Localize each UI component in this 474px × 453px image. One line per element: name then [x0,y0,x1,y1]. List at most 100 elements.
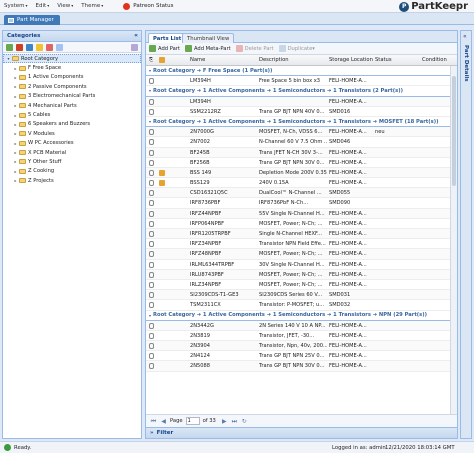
table-row[interactable]: IRF8736PBF IRF8736PbF N-Ch... SMD090 [146,198,451,209]
table-row[interactable]: BSS 149 Depletion Mode 200V 0.35A FELI-HOM… [146,167,451,179]
refresh-icon[interactable] [26,43,33,51]
category-item[interactable]: ▸ V Modules [3,129,141,138]
attachment-icon[interactable] [149,261,154,268]
column-condition[interactable]: Condition [422,57,447,63]
add-meta-part-button[interactable]: Add Meta-Part [184,45,231,52]
menu-view[interactable]: View▾ [57,3,73,9]
menu-edit[interactable]: Edit▾ [36,3,50,9]
group-header[interactable]: ▾ Root Category ➜ 1 Active Components ➜ 1… [146,310,451,321]
expand-arrow-icon[interactable]: ▸ [13,113,18,118]
category-item[interactable]: ▸ F Free Space [3,63,141,72]
expand-arrow-icon[interactable]: ▸ [13,131,18,136]
column-storage-location[interactable]: Storage Location [329,57,373,63]
category-item[interactable]: ▸ Z Projects [3,176,141,185]
expand-arrow-icon[interactable]: ▸ [13,122,18,127]
expand-arrow-icon[interactable]: ▸ [13,103,18,108]
category-item[interactable]: ▸ 4 Mechanical Parts [3,101,141,110]
expand-details-icon[interactable]: « [463,33,467,40]
attachment-icon[interactable] [149,200,154,207]
table-row[interactable]: 2N4124 Trans GP BJT NPN 25V 0... FELI-HOME… [146,351,451,362]
expand-arrow-icon[interactable]: ▸ [13,66,18,71]
attachment-icon[interactable] [149,241,154,248]
delete-part-button[interactable]: Delete Part [235,45,274,52]
column-name[interactable]: Name [190,57,205,63]
page-number-input[interactable]: 1 [185,417,200,425]
attachment-icon[interactable] [149,139,154,146]
attachment-icon[interactable] [149,302,154,309]
tab-part-manager[interactable]: Part Manager [4,15,60,25]
table-row[interactable]: LM394H FELI-HOME-A... [146,96,451,107]
collapse-group-icon[interactable]: ▾ [149,68,151,73]
tab-thumbnail-view[interactable]: Thumbnail View [182,33,235,43]
collapse-all-icon[interactable] [16,43,23,51]
table-row[interactable]: BF256B Trans GP BJT NPN 30V 0... FELI-HOME… [146,158,451,168]
prev-page-icon[interactable]: ◀ [160,418,167,425]
expand-arrow-icon[interactable]: ▸ [13,178,18,183]
column-description[interactable]: Description [259,57,289,63]
expand-arrow-icon[interactable]: ▸ [13,150,18,155]
scrollbar-thumb[interactable] [452,76,456,186]
table-row[interactable]: SI2309CDS-T1-GE3 SI2309CDS Series 60 V...… [146,290,451,301]
tab-parts-list[interactable]: Parts List [148,33,187,43]
table-row[interactable]: IRLU8743PBF MOSFET, Power; N-Ch; ... FELI-… [146,269,451,280]
add-category-icon[interactable] [36,43,43,51]
table-row[interactable]: IRFP064NPBF MOSFET, Power; N-Ch; ... FELI-… [146,219,451,229]
attachment-icon[interactable] [149,353,154,360]
table-row[interactable]: IRLZ34NPBF MOSFET, Power; N-Ch; ... FELI-H… [146,280,451,291]
collapse-group-icon[interactable]: ▾ [149,119,151,124]
attachment-icon[interactable] [149,159,154,166]
attachment-icon[interactable] [149,363,154,370]
attachment-icon[interactable] [149,108,154,115]
table-row[interactable]: IRFZ48NPBF MOSFET, Power; N-Ch; ... FELI-H… [146,249,451,260]
category-root[interactable]: ▾ Root Category [3,54,141,64]
attachment-icon[interactable] [149,322,154,329]
category-item[interactable]: ▸ Z Cooking [3,167,141,176]
expand-arrow-icon[interactable]: ▸ [13,141,18,146]
table-row[interactable]: TSM2311CX Transistor: P-MOSFET; u... SMD03… [146,300,451,311]
category-item[interactable]: ▸ 1 Active Components [3,73,141,82]
column-status[interactable]: Status [375,57,392,63]
attachment-icon[interactable] [149,129,154,136]
attachment-icon[interactable] [149,332,154,339]
table-row[interactable]: IRFZ44NPBF 55V Single N-Channel H... FELI-… [146,208,451,219]
attachment-icon[interactable] [149,78,154,85]
attachment-icon[interactable] [149,220,154,227]
table-row[interactable]: BF245B Trans JFET N-CH 30V 3-... FELI-HOME… [146,147,451,158]
edit-category-icon[interactable] [56,43,63,51]
refresh-page-icon[interactable]: ↻ [241,418,248,425]
attachment-icon[interactable] [149,190,154,197]
category-item[interactable]: ▸ W PC Accessories [3,139,141,148]
table-row[interactable]: 2N5088 Trans GP BJT NPN 30V 0... FELI-HOME… [146,361,451,372]
collapse-arrow-icon[interactable]: ▾ [6,56,11,61]
attachment-icon[interactable] [149,231,154,237]
attachment-icon[interactable] [149,180,154,187]
expand-all-icon[interactable] [6,43,13,51]
menu-system[interactable]: System▾ [4,3,28,9]
table-row[interactable]: 2N3442G 2N Series 140 V 10 A NP... FELI-HO… [146,320,451,331]
sync-icon[interactable] [131,43,138,51]
attachment-icon[interactable] [149,281,154,288]
attachment-icon[interactable] [149,343,154,350]
expand-arrow-icon[interactable]: ▸ [13,75,18,80]
attachment-icon[interactable] [149,98,154,105]
table-row[interactable]: IRFR1205TRPBF Single N-Channel HEXF... FEL… [146,229,451,240]
attachment-icon[interactable] [149,251,154,258]
filter-panel-header[interactable]: » Filter [146,427,457,438]
part-details-panel[interactable]: « Part Details [460,30,472,439]
table-row[interactable]: LM394H Free Space 5 bin box x3 FELI-HOME-A… [146,76,451,87]
table-row[interactable]: BSS129 240V 0.15A FELI-HOME-A... [146,178,451,189]
stock-col-icon[interactable] [159,57,165,63]
category-item[interactable]: ▸ 2 Passive Components [3,82,141,91]
table-row[interactable]: IRFZ34NPBF Transistor NPN Field Effe... FE… [146,239,451,250]
next-page-icon[interactable]: ▶ [221,418,228,425]
table-row[interactable]: 2N3904 Transistor, Npn, 40v, 200... FELI-H… [146,341,451,352]
expand-arrow-icon[interactable]: ▸ [13,159,18,164]
expand-arrow-icon[interactable]: ▸ [13,84,18,89]
table-row[interactable]: CSD16321Q5C DualCool™ N-Channel ... SMD055 [146,188,451,199]
add-part-button[interactable]: Add Part [149,45,180,52]
group-header[interactable]: ▾ Root Category ➜ 1 Active Components ➜ 1… [146,116,451,128]
category-item[interactable]: ▸ 3 Electromechanical Parts [3,92,141,101]
table-row[interactable]: 2N7000G MOSFET, N-Ch, VDSS 6... FELI-HOME-… [146,127,451,138]
delete-category-icon[interactable] [46,43,53,51]
collapse-group-icon[interactable]: ▾ [149,313,151,318]
